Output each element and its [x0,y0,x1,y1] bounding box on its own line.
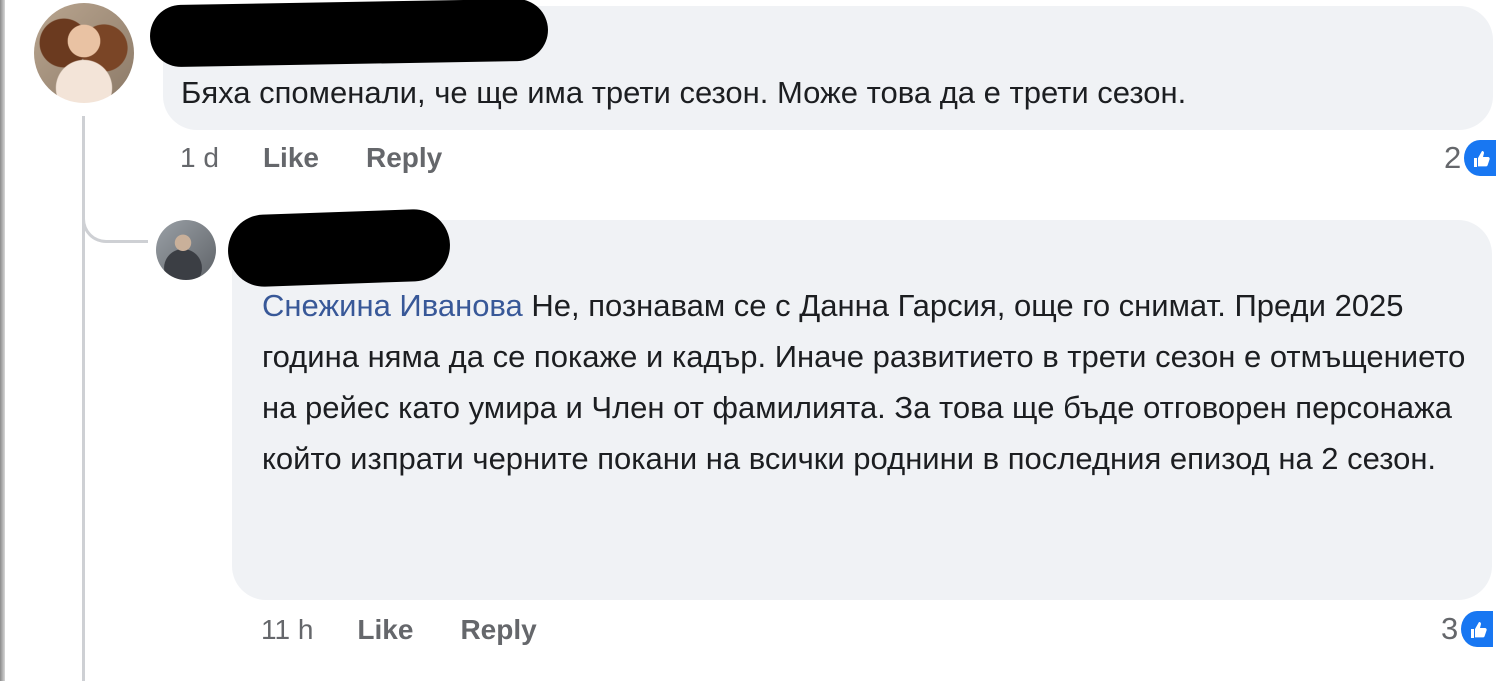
redacted-author-name [226,208,452,288]
thread-connector-line [82,116,85,681]
comment-thread: Бяха споменали, че ще има трети сезон. М… [0,0,1496,681]
comment-timestamp[interactable]: 11 h [261,614,313,646]
thread-reply-connector [82,205,148,243]
comment-text: Бяха споменали, че ще има трети сезон. М… [181,75,1187,110]
reply-button[interactable]: Reply [460,614,536,646]
reaction-count: 2 [1444,140,1462,175]
mention-link[interactable]: Снежина Иванова [262,288,523,323]
like-thumb-icon [1461,611,1494,647]
avatar[interactable] [156,220,216,280]
like-button[interactable]: Like [357,614,413,646]
comment-actions: 11 h Like Reply [261,614,537,646]
comment-text: Снежина Иванова Не, познавам се с Данна … [262,280,1477,484]
comment-timestamp[interactable]: 1 d [180,142,219,174]
comment-actions: 1 d Like Reply [180,142,442,174]
scan-edge [0,0,5,681]
redacted-author-name [149,0,549,68]
reaction-summary[interactable]: 3 [1441,611,1494,647]
like-button[interactable]: Like [263,142,319,174]
like-thumb-icon [1464,140,1496,176]
reaction-count: 3 [1441,611,1459,646]
avatar[interactable] [34,3,134,103]
reaction-summary[interactable]: 2 [1444,140,1496,176]
reply-button[interactable]: Reply [366,142,442,174]
